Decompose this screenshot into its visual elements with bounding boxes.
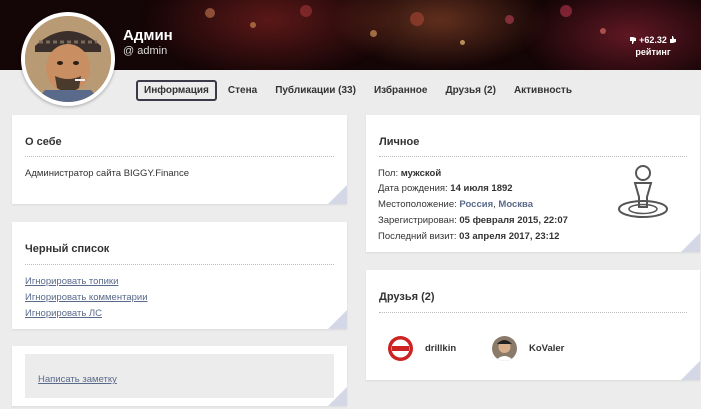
- rating-block: +62.32 рейтинг: [618, 34, 688, 58]
- rating-value: +62.32: [639, 35, 667, 45]
- friend-avatar: [492, 336, 517, 361]
- personal-title: Личное: [379, 136, 420, 148]
- friends-title: Друзья (2): [379, 291, 435, 303]
- profile-tabs: Информация Стена Публикации (33) Избранн…: [136, 79, 583, 102]
- write-note-link[interactable]: Написать заметку: [38, 374, 117, 385]
- about-text: Администратор сайта BIGGY.Finance: [25, 168, 189, 179]
- thumb-up-icon[interactable]: [669, 36, 677, 44]
- about-card: О себе Администратор сайта BIGGY.Finance: [12, 115, 347, 204]
- ignore-messages-link[interactable]: Игнорировать ЛС: [25, 308, 102, 319]
- tab-activity[interactable]: Активность: [507, 81, 579, 100]
- avatar[interactable]: [21, 12, 115, 106]
- rating-label: рейтинг: [635, 47, 671, 57]
- birth-row: Дата рождения: 14 июля 1892: [378, 183, 513, 194]
- ignore-topics-link[interactable]: Игнорировать топики: [25, 276, 118, 287]
- tab-info[interactable]: Информация: [136, 80, 217, 101]
- note-box[interactable]: Написать заметку: [25, 354, 334, 398]
- country-link[interactable]: Россия: [459, 199, 493, 210]
- tab-wall[interactable]: Стена: [221, 81, 264, 100]
- registered-row: Зарегистрирован: 05 февраля 2015, 22:07: [378, 215, 568, 226]
- friend-item[interactable]: drillkin: [388, 336, 456, 361]
- location-row: Местоположение: Россия, Москва: [378, 199, 534, 210]
- friend-name[interactable]: drillkin: [425, 343, 456, 354]
- thumb-down-icon[interactable]: [629, 36, 637, 44]
- friend-name[interactable]: KoValer: [529, 343, 564, 354]
- friend-item[interactable]: KoValer: [492, 336, 564, 361]
- tab-favorites[interactable]: Избранное: [367, 81, 435, 100]
- tab-friends[interactable]: Друзья (2): [438, 81, 502, 100]
- personal-card: Личное Пол: мужской Дата рождения: 14 ию…: [366, 115, 700, 252]
- friends-card: Друзья (2) drillkin KoValer: [366, 270, 700, 380]
- user-name: Админ: [123, 27, 173, 44]
- tab-publications[interactable]: Публикации (33): [268, 81, 363, 100]
- blacklist-card: Черный список Игнорировать топики Игнори…: [12, 222, 347, 329]
- user-login: @ admin: [123, 45, 168, 57]
- note-card: Написать заметку: [12, 346, 347, 406]
- blacklist-title: Черный список: [25, 243, 110, 255]
- avatar-photo: [25, 16, 111, 102]
- city-link[interactable]: Москва: [498, 199, 533, 210]
- location-pin-icon: [618, 165, 668, 218]
- gender-row: Пол: мужской: [378, 168, 442, 179]
- about-title: О себе: [25, 136, 62, 148]
- ignore-comments-link[interactable]: Игнорировать комментарии: [25, 292, 148, 303]
- friend-avatar: [388, 336, 413, 361]
- last-visit-row: Последний визит: 03 апреля 2017, 23:12: [378, 231, 560, 242]
